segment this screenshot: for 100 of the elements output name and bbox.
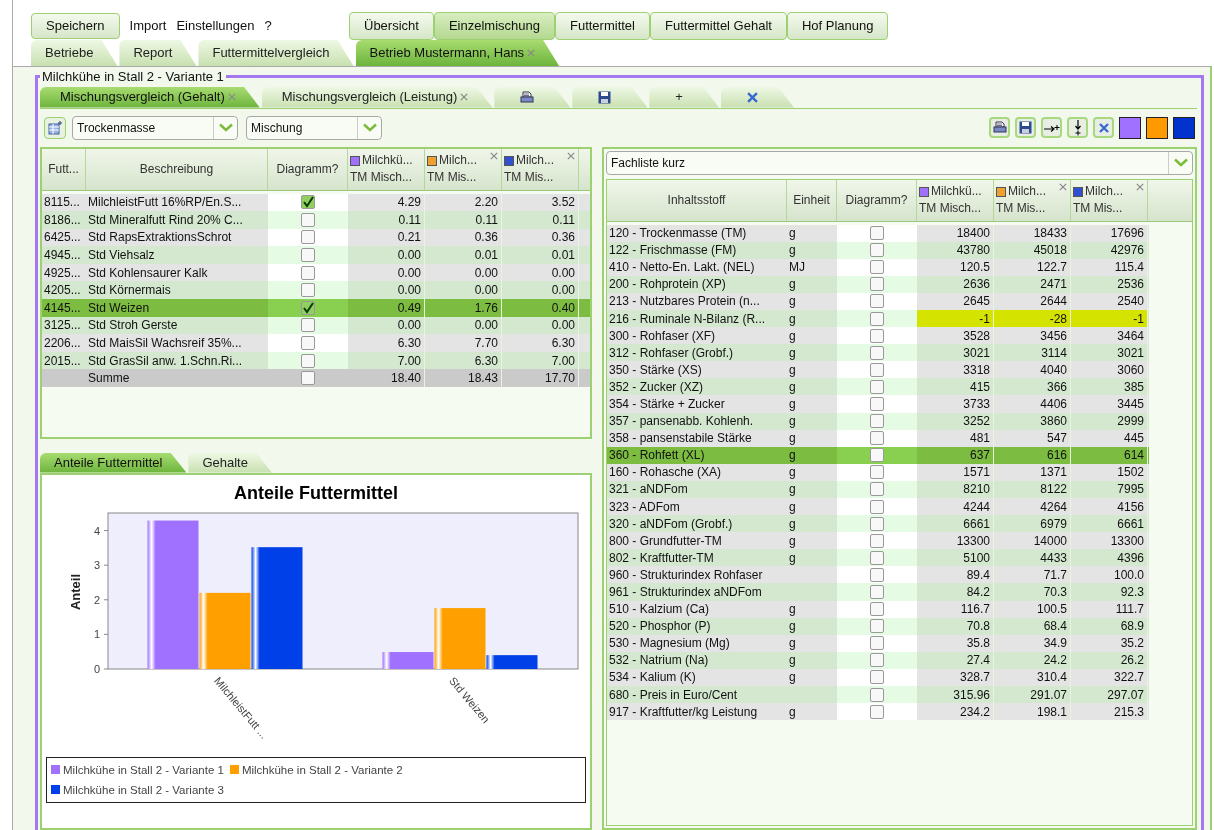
close-icon[interactable] (1098, 122, 1109, 133)
tab[interactable]: Betrieb Mustermann, Hans (355, 40, 560, 66)
checkbox[interactable] (301, 195, 315, 210)
checkbox[interactable] (870, 345, 884, 360)
table-row[interactable]: 350 - Stärke (XS) g 3318 4040 3060 (607, 361, 1149, 379)
checkbox[interactable] (870, 704, 884, 719)
column-header[interactable]: Milchkü... TM Misch... (917, 179, 994, 221)
checkbox[interactable] (301, 212, 315, 227)
table-row[interactable]: 2206... Std MaisSil Wachsreif 35%... 6.30 7.70 6.30 (42, 334, 590, 352)
checkbox[interactable] (870, 414, 884, 429)
checkbox[interactable] (870, 482, 884, 497)
checkbox[interactable] (870, 362, 884, 377)
column-header[interactable]: Diagramm? (837, 179, 917, 221)
dropdown[interactable]: Mischung (246, 115, 382, 140)
color-swatch[interactable] (1173, 116, 1195, 139)
nav-tab[interactable]: Hof Planung (786, 12, 889, 40)
checkbox[interactable] (870, 448, 884, 463)
column-header[interactable]: Milch... TM Mis... (994, 179, 1071, 221)
menu-item[interactable]: Einstellungen (176, 16, 255, 36)
table-row[interactable]: 120 - Trockenmasse (TM) g 18400 18433 17696 (607, 224, 1149, 242)
save-icon[interactable] (598, 90, 612, 104)
checkbox[interactable] (301, 283, 315, 298)
close-icon[interactable] (1059, 182, 1067, 191)
checkbox[interactable] (870, 328, 884, 343)
checkbox[interactable] (870, 243, 884, 258)
checkbox[interactable] (870, 585, 884, 599)
table-row[interactable]: 917 - Kraftfutter/kg Leistung g 234.2 198.1 215.3 (607, 703, 1149, 721)
checkbox[interactable] (301, 371, 315, 386)
close-icon[interactable] (460, 93, 469, 101)
toolbar-button[interactable] (1067, 117, 1088, 138)
column-header[interactable]: Milch... TM Mis... (502, 148, 579, 190)
checkbox[interactable] (301, 318, 315, 333)
column-header[interactable]: Einheit (787, 179, 837, 221)
checkbox[interactable] (301, 230, 315, 245)
checkbox[interactable] (301, 265, 315, 280)
nav-tab[interactable]: Übersicht (349, 12, 434, 40)
chevron-down-icon[interactable] (218, 123, 233, 132)
table-row[interactable]: 960 - Strukturindex Rohfaser 89.4 71.7 100.0 (607, 566, 1149, 584)
close-icon[interactable] (567, 151, 575, 160)
checkbox[interactable] (870, 397, 884, 411)
table-row[interactable]: 8115... MilchleistFutt 16%RP/En.S... 4.29 2.20 3.52 (42, 193, 590, 212)
checkbox[interactable] (301, 336, 315, 351)
tab[interactable]: Futtermittelvergleich (198, 40, 354, 66)
table-row[interactable]: 4145... Std Weizen 0.49 1.76 0.40 (42, 299, 590, 317)
close-icon[interactable] (227, 93, 236, 101)
checkbox[interactable] (870, 687, 884, 702)
close-icon[interactable] (527, 49, 536, 57)
checkbox[interactable] (870, 636, 884, 651)
table-row[interactable]: 680 - Preis in Euro/Cent 315.96 291.07 297.07 (607, 686, 1149, 704)
arrow-down-plus-icon[interactable] (1072, 119, 1083, 136)
toolbar-button[interactable] (1041, 117, 1062, 138)
table-row[interactable]: 802 - Kraftfutter-TM g 5100 4433 4396 (607, 549, 1149, 567)
menu-item[interactable]: ? (264, 16, 272, 36)
column-header[interactable]: Milch... TM Mis... (1071, 179, 1148, 221)
menu-item[interactable]: Import (129, 16, 167, 36)
checkbox[interactable] (870, 260, 884, 275)
chevron-down-icon[interactable] (1173, 158, 1188, 167)
checkbox[interactable] (870, 294, 884, 309)
checkbox[interactable] (870, 277, 884, 292)
tab[interactable]: Gehalte (188, 452, 272, 473)
table-row[interactable]: 8186... Std Mineralfutt Rind 20% C... 0.11 0.11 0.11 (42, 211, 590, 229)
dropdown[interactable]: Fachliste kurz (606, 150, 1193, 175)
checkbox[interactable] (301, 248, 315, 263)
checkbox[interactable] (301, 353, 315, 368)
arrow-plus-icon[interactable] (1043, 122, 1060, 133)
tab[interactable]: Mischungsvergleich (Leistung) (261, 86, 493, 108)
color-swatch[interactable] (1119, 116, 1141, 139)
tab[interactable]: + (649, 86, 719, 108)
tab[interactable]: Report (119, 40, 197, 66)
column-header[interactable]: Milch... TM Mis... (425, 148, 502, 190)
table-row[interactable]: 800 - Grundfutter-TM g 13300 14000 13300 (607, 532, 1149, 550)
checkbox[interactable] (870, 670, 884, 685)
checkbox[interactable] (870, 379, 884, 394)
checkbox[interactable] (870, 567, 884, 582)
table-row[interactable]: 352 - Zucker (XZ) g 415 366 385 (607, 378, 1149, 396)
checkbox[interactable] (870, 311, 884, 326)
checkbox[interactable] (870, 533, 884, 548)
column-header[interactable]: Beschreibung (86, 148, 268, 190)
nav-tab[interactable]: Einzelmischung (433, 12, 555, 40)
table-row[interactable]: 4205... Std Körnermais 0.00 0.00 0.00 (42, 281, 590, 300)
column-header[interactable]: Diagramm? (268, 148, 348, 190)
tab[interactable]: Betriebe (31, 40, 118, 66)
checkbox[interactable] (870, 465, 884, 480)
checkbox[interactable] (870, 499, 884, 514)
tab[interactable]: Anteile Futtermittel (40, 452, 187, 473)
checkbox[interactable] (301, 300, 315, 315)
table-row[interactable]: Summe 18.40 18.43 17.70 (42, 369, 590, 388)
checkbox[interactable] (870, 653, 884, 668)
tab[interactable]: Mischungsvergleich (Gehalt) (40, 86, 260, 108)
chevron-down-icon[interactable] (362, 123, 377, 132)
column-header[interactable]: Futt... (42, 148, 86, 190)
close-icon[interactable] (490, 151, 498, 160)
tab[interactable] (720, 86, 794, 108)
table-row[interactable]: 300 - Rohfaser (XF) g 3528 3456 3464 (607, 327, 1149, 345)
close-icon[interactable] (746, 91, 758, 103)
tab[interactable] (494, 86, 571, 108)
table-row[interactable]: 323 - ADFom g 4244 4264 4156 (607, 498, 1149, 516)
table-row[interactable]: 320 - aNDFom (Grobf.) g 6661 6979 6661 (607, 515, 1149, 533)
table-row[interactable]: 312 - Rohfaser (Grobf.) g 3021 3114 3021 (607, 344, 1149, 362)
checkbox[interactable] (870, 602, 884, 617)
